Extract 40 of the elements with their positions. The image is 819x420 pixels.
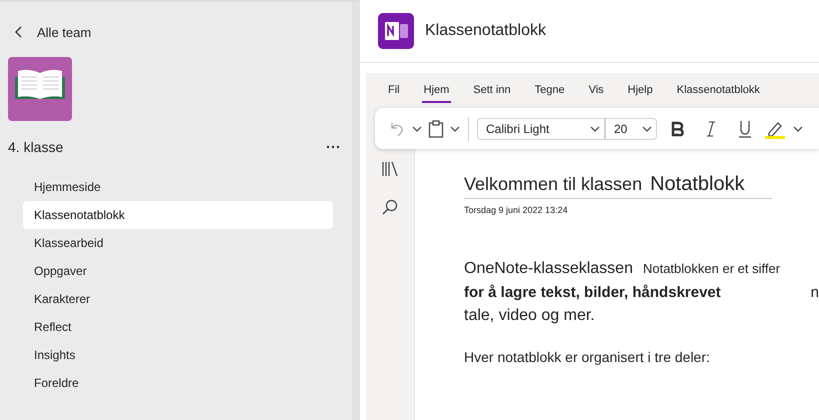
sidebar-item[interactable]: Klassearbeid (23, 229, 333, 257)
sidebar-item[interactable]: Insights (23, 341, 333, 369)
sidebar-item[interactable]: Oppgaver (23, 257, 333, 285)
more-options-icon[interactable] (326, 145, 340, 149)
body-text: tale, video og mer. (464, 307, 595, 325)
ribbon-tab[interactable]: Vis (586, 78, 606, 102)
page-title: Velkommen til klassen Notatblokk (464, 173, 772, 199)
notebook-icon (378, 13, 414, 49)
body-text: for å lagre tekst, bilder, håndskrevet (464, 284, 721, 301)
ribbon-tab[interactable]: Klassenotatblokk (674, 78, 762, 102)
dropdown-chevron-icon[interactable] (590, 124, 600, 134)
ribbon-tab[interactable]: Hjelp (626, 78, 655, 102)
sidebar-item[interactable]: Klassenotatblokk (23, 201, 333, 229)
sidebar-item[interactable]: Foreldre (23, 369, 333, 397)
body-text: Notatblokken er et siffer (642, 261, 780, 276)
cut-off-text: n (810, 284, 819, 301)
chevron-down-icon[interactable] (412, 124, 422, 134)
search-icon[interactable] (382, 199, 398, 215)
book-icon (8, 57, 72, 121)
ribbon-tab[interactable]: Sett inn (471, 78, 513, 102)
library-icon[interactable] (381, 161, 399, 177)
ribbon-tab[interactable]: Fil (386, 78, 402, 102)
body-text: Hver notatblokk er organisert i tre deler: (464, 349, 710, 365)
dropdown-chevron-icon[interactable] (642, 124, 652, 134)
clipboard-icon[interactable] (428, 120, 444, 138)
ribbon-tab[interactable]: Tegne (532, 78, 567, 102)
font-dropdown[interactable]: Calibri Light (477, 118, 605, 140)
size-dropdown[interactable]: 20 (605, 118, 657, 140)
page-date: Torsdag 9 juni 2022 13:24 (464, 205, 569, 215)
back-chevron-icon[interactable] (15, 26, 23, 38)
team-name: 4. klasse (8, 139, 64, 155)
sidebar-item[interactable]: Hjemmeside (23, 173, 333, 201)
ribbon-tab[interactable]: Hjem (422, 78, 452, 102)
chevron-down-icon[interactable] (450, 124, 460, 134)
sidebar-item[interactable]: Reflect (23, 313, 333, 341)
body-text: OneNote-klasseklassen (464, 260, 633, 278)
app-title: Klassenotatblokk (425, 22, 546, 40)
back-link[interactable]: Alle team (15, 22, 352, 42)
chevron-down-icon[interactable] (793, 124, 803, 134)
sidebar-item[interactable]: Karakterer (23, 285, 333, 313)
